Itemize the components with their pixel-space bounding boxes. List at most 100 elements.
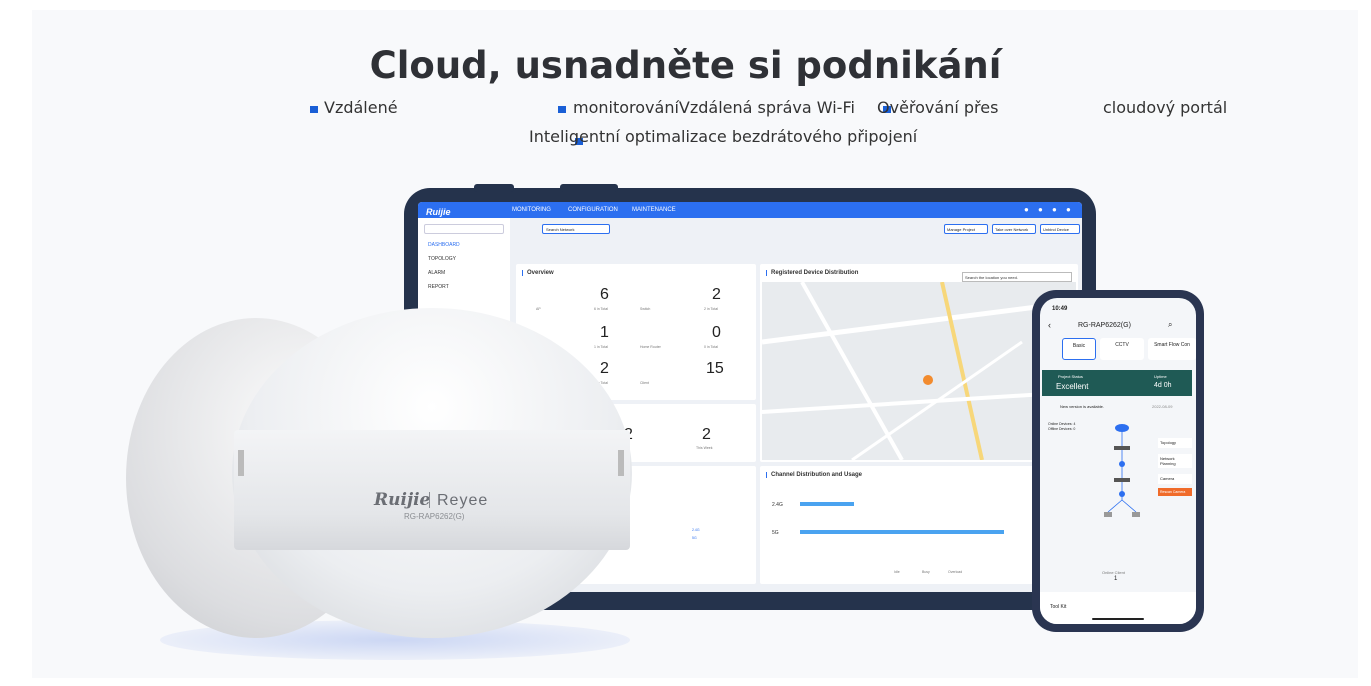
tablet-button: [474, 184, 514, 192]
channel-24g-bar: [800, 502, 854, 506]
topology-diagram: [1096, 420, 1152, 520]
band-24g-label: 2.4G: [772, 502, 783, 508]
feature-text: Vzdálené: [324, 98, 398, 117]
update-notice[interactable]: New version is available.: [1060, 404, 1104, 409]
home-router-total: 0 in Total: [704, 345, 718, 349]
other-count: 2: [600, 360, 609, 377]
manage-project-button[interactable]: Manage Project: [944, 224, 988, 234]
week-value-right: 2: [702, 426, 711, 443]
nav-maintenance[interactable]: MAINTENANCE: [632, 207, 676, 213]
sidebar-item-report[interactable]: REPORT: [428, 284, 449, 290]
nav-configuration[interactable]: CONFIGURATION: [568, 207, 618, 213]
model-label: RG-RAP6262(G): [404, 512, 465, 521]
home-router-count: 0: [712, 324, 721, 341]
online-client-label: Online Client: [1102, 570, 1125, 575]
led-strip: [618, 450, 624, 476]
tab-basic[interactable]: Basic: [1062, 338, 1096, 360]
tab-cctv-label: CCTV: [1115, 342, 1129, 348]
legend-24g: 2.4G: [692, 528, 700, 532]
channel-card: Channel Distribution and Usage 2.4G 5G I…: [760, 466, 1078, 584]
map-search-placeholder: Search the location you need.: [965, 275, 1018, 280]
hero-title: Cloud, usnadněte si podnikání: [369, 44, 1002, 87]
top-nav-bar: Ruijie MONITORING CONFIGURATION MAINTENA…: [418, 202, 1082, 218]
feature-text: Inteligentní optimalizace bezdrátového p…: [529, 127, 918, 146]
phone-screen: 10:49 ‹ RG-RAP6262(G) ⌕ Basic CCTV Smart…: [1040, 298, 1196, 624]
ap-total: 6 in Total: [594, 307, 608, 311]
feature-text: cloudový portál: [1103, 98, 1228, 117]
feature-text: monitorováníVzdálená správa Wi-Fi: [573, 98, 855, 117]
brand-divider: [429, 492, 430, 508]
home-indicator: [1092, 618, 1144, 620]
rescan-camera-button[interactable]: Rescan Camera: [1158, 488, 1192, 496]
nav-monitoring[interactable]: MONITORING: [512, 207, 551, 213]
band-5g-label: 5G: [772, 530, 779, 536]
legend-idle: Idle: [894, 570, 900, 574]
menu-network-planning[interactable]: Network Planning: [1158, 454, 1192, 468]
switch-label: Switch: [640, 307, 651, 311]
project-status-label: Project Status: [1058, 374, 1083, 379]
sidebar-item-alarm[interactable]: ALARM: [428, 270, 445, 276]
phone-time: 10:49: [1052, 306, 1068, 312]
menu-camera[interactable]: Camera: [1158, 474, 1192, 484]
bell-icon[interactable]: ●: [1024, 205, 1029, 214]
tab-smart-flow-label: Smart Flow Con: [1154, 342, 1190, 348]
uptime-value: 4d 0h: [1154, 382, 1172, 389]
update-date: 2022-08-09: [1152, 404, 1173, 409]
legend-5g: 5G: [692, 536, 697, 540]
tab-basic-label: Basic: [1072, 343, 1086, 349]
location-marker[interactable]: [923, 375, 933, 385]
uptime-label: Uptime: [1154, 374, 1167, 379]
settings-icon[interactable]: ●: [1038, 205, 1043, 214]
switch-total: 2 in Total: [704, 307, 718, 311]
topology-graph: [1104, 424, 1140, 517]
switch-count: 2: [712, 286, 721, 303]
globe-icon[interactable]: ●: [1052, 205, 1057, 214]
tablet-button: [560, 184, 618, 192]
ap-label: AP: [536, 307, 541, 311]
ap-count: 6: [600, 286, 609, 303]
legend-busy: Busy: [922, 570, 930, 574]
client-label: Client: [640, 381, 649, 385]
map-title: Registered Device Distribution: [766, 270, 858, 276]
bottom-sheet: Tool Kit: [1040, 592, 1196, 624]
unbind-device-button[interactable]: Unbind Device: [1040, 224, 1080, 234]
channel-5g-bar: [800, 530, 1004, 534]
user-icon[interactable]: ●: [1066, 205, 1071, 214]
subbrand-logo: Reyee: [437, 492, 489, 509]
project-status-banner: Project Status Excellent Uptime 4d 0h: [1042, 370, 1192, 396]
tab-smart-flow[interactable]: Smart Flow Con: [1148, 338, 1196, 360]
gateway-count: 1: [600, 324, 609, 341]
overview-title: Overview: [522, 270, 554, 276]
feature-text: Ověřování přes: [877, 98, 999, 117]
map-streets: [762, 282, 1076, 460]
feature-bullet: [558, 106, 566, 113]
product-hero: Cloud, usnadněte si podnikání Vzdálené m…: [0, 0, 1371, 686]
take-over-network-button[interactable]: Take over Network: [992, 224, 1036, 234]
phone-device: 10:49 ‹ RG-RAP6262(G) ⌕ Basic CCTV Smart…: [1032, 290, 1204, 632]
search-network-input[interactable]: Search Network: [542, 224, 610, 234]
access-point-band: Ruijie Reyee RG-RAP6262(G): [234, 430, 630, 550]
home-router-label: Home Router: [640, 345, 661, 349]
sidebar-item-topology[interactable]: TOPOLOGY: [428, 256, 456, 262]
tool-kit-tab[interactable]: Tool Kit: [1050, 604, 1066, 610]
search-icon[interactable]: ⌕: [1168, 320, 1172, 330]
gateway-total: 1 in Total: [594, 345, 608, 349]
brand-logo: Ruijie: [374, 490, 431, 510]
account-select[interactable]: [424, 224, 504, 234]
channel-title: Channel Distribution and Usage: [766, 472, 862, 478]
map-card: Registered Device Distribution Search th…: [760, 264, 1078, 462]
project-status-value: Excellent: [1056, 382, 1089, 391]
client-count: 15: [706, 360, 724, 377]
menu-topology[interactable]: Topology: [1158, 438, 1192, 448]
phone-title: RG-RAP6262(G): [1078, 322, 1131, 329]
offline-devices: Offline Devices: 0: [1048, 427, 1076, 431]
tab-cctv[interactable]: CCTV: [1100, 338, 1144, 360]
this-week-label: This Week: [696, 446, 713, 450]
search-placeholder: Search Network: [546, 227, 575, 232]
map-search-input[interactable]: Search the location you need.: [962, 272, 1072, 282]
led-strip: [238, 450, 244, 476]
legend-overload: Overload: [948, 570, 963, 574]
back-icon[interactable]: ‹: [1048, 320, 1051, 330]
map-view[interactable]: [762, 282, 1076, 460]
sidebar-item-dashboard[interactable]: DASHBOARD: [428, 242, 460, 248]
